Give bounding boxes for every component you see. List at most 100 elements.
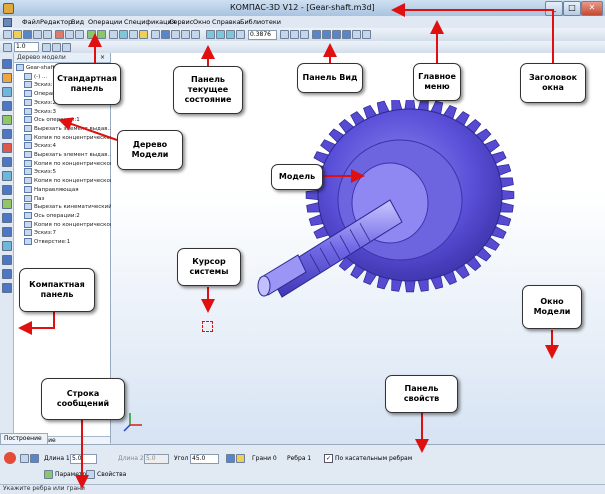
tree-item[interactable]: Копия по концентрической... (24, 177, 118, 185)
copy-icon[interactable] (65, 30, 74, 39)
menu-window[interactable]: Окно (193, 18, 210, 26)
help-pointer-icon[interactable] (181, 30, 190, 39)
tree-item-label: Направляющая (34, 186, 79, 193)
filter-icon[interactable] (52, 43, 61, 52)
chamfer-type-icon[interactable] (30, 454, 39, 463)
layer-field[interactable]: 1.0 (14, 42, 39, 52)
sheet-metal-icon[interactable] (2, 227, 12, 237)
perspective-icon[interactable] (352, 30, 361, 39)
assembly-icon[interactable] (2, 255, 12, 265)
model-tree-header: Дерево модели × (14, 53, 110, 63)
angle-field[interactable]: 45.0 (190, 454, 219, 464)
snap-icon[interactable] (171, 30, 180, 39)
section-icon[interactable] (362, 30, 371, 39)
preview-icon[interactable] (43, 30, 52, 39)
length2-field[interactable]: 5.0 (144, 454, 169, 464)
grid-icon[interactable] (161, 30, 170, 39)
menu-file[interactable]: Файл (22, 18, 40, 26)
tree-item[interactable]: Ось операции:2 (24, 211, 118, 220)
new-file-icon[interactable] (3, 30, 12, 39)
tree-item[interactable]: Копия по концентрической... (24, 133, 118, 142)
tree-item[interactable]: Направляющая (24, 185, 118, 194)
orientation-icon[interactable] (300, 30, 309, 39)
coordinates-icon[interactable] (62, 43, 71, 52)
panel-icon-17[interactable] (2, 283, 12, 293)
auxiliary-geometry-icon[interactable] (2, 115, 12, 125)
menu-editor[interactable]: Редактор (40, 18, 72, 26)
open-folder-icon[interactable] (13, 30, 22, 39)
select-pointer-icon[interactable] (191, 30, 200, 39)
spatial-curves-icon[interactable] (2, 73, 12, 83)
tree-item[interactable]: Эскиз:7 (24, 229, 118, 237)
zoom-in-icon[interactable] (206, 30, 215, 39)
tools-icon[interactable] (2, 241, 12, 251)
paste-icon[interactable] (75, 30, 84, 39)
selection-filters-icon[interactable] (2, 185, 12, 195)
tree-item[interactable]: Эскиз:3 (24, 107, 118, 116)
print-icon[interactable] (33, 30, 42, 39)
undo-icon[interactable] (87, 30, 96, 39)
minimize-button[interactable]: _ (545, 1, 563, 16)
specification-icon[interactable] (2, 199, 12, 209)
rebuild-icon[interactable] (151, 30, 160, 39)
diagnostics-icon[interactable] (2, 157, 12, 167)
shaded-edges-icon[interactable] (342, 30, 351, 39)
maximize-button[interactable]: □ (563, 1, 581, 16)
pan-icon[interactable] (280, 30, 289, 39)
tree-item[interactable]: Эскиз:4 (24, 142, 118, 150)
variables-icon[interactable] (129, 30, 138, 39)
tree-item[interactable]: Вырезать элемент выдав... (24, 151, 118, 159)
show-all-icon[interactable] (236, 30, 245, 39)
callout-current-state-panel: Панель текущее состояние (173, 66, 243, 114)
dimensions-icon[interactable] (2, 129, 12, 139)
scale-field[interactable]: 0.3876 (248, 30, 277, 40)
save-icon[interactable] (23, 30, 32, 39)
pin-icon[interactable] (20, 454, 29, 463)
properties-icon[interactable] (139, 30, 148, 39)
close-icon[interactable]: × (100, 54, 105, 61)
reports-icon[interactable] (2, 213, 12, 223)
zoom-window-icon[interactable] (226, 30, 235, 39)
rotate-icon[interactable] (290, 30, 299, 39)
hidden-lines-icon[interactable] (322, 30, 331, 39)
tree-item[interactable]: Паз (24, 194, 118, 203)
measurements-icon[interactable] (2, 171, 12, 181)
props-subtab[interactable]: Свойства (97, 471, 126, 478)
tree-item[interactable]: Отверстие:1 (24, 238, 118, 246)
arrays-icon[interactable] (2, 101, 12, 111)
wireframe-icon[interactable] (312, 30, 321, 39)
surfaces-icon[interactable] (2, 87, 12, 97)
gear-shaft-model[interactable] (240, 100, 520, 330)
tree-item[interactable]: Вырезать элемент выдав... (24, 124, 118, 133)
tree-item-icon (24, 238, 32, 245)
state-icon[interactable] (42, 43, 51, 52)
manager-icon[interactable] (109, 30, 118, 39)
tangent-checkbox[interactable]: ✓ (324, 454, 333, 463)
tree-item[interactable]: Вырезать кинематический... (24, 203, 118, 211)
shaded-icon[interactable] (332, 30, 341, 39)
tree-item[interactable]: Ось операции:1 (24, 116, 118, 124)
properties-panel: Длина 1 5.0 Длина 2 5.0 Угол 45.0 Грани … (0, 444, 605, 485)
layer-icon[interactable] (3, 43, 12, 52)
menu-specification[interactable]: Спецификация (124, 18, 176, 26)
direction-icon[interactable] (236, 454, 245, 463)
tree-item[interactable]: Копия по концентрической... (24, 220, 118, 229)
close-button[interactable]: ✕ (581, 1, 603, 16)
menu-view[interactable]: Вид (71, 18, 84, 26)
menu-operations[interactable]: Операции (88, 18, 122, 26)
menu-libraries[interactable]: Библиотеки (240, 18, 281, 26)
designations-icon[interactable] (2, 143, 12, 153)
tree-item[interactable]: Копия по концентрической... (24, 159, 118, 168)
tangent-icon[interactable] (226, 454, 235, 463)
menu-help[interactable]: Справка (212, 18, 241, 26)
zoom-out-icon[interactable] (216, 30, 225, 39)
panel-icon-16[interactable] (2, 269, 12, 279)
cut-icon[interactable] (55, 30, 64, 39)
library-icon[interactable] (119, 30, 128, 39)
length1-field[interactable]: 5.0 (70, 454, 97, 464)
tree-item[interactable]: Эскиз:5 (24, 168, 118, 176)
stop-icon[interactable] (4, 452, 16, 464)
edit-details-icon[interactable] (2, 59, 12, 69)
redo-icon[interactable] (97, 30, 106, 39)
menu-service[interactable]: Сервис (169, 18, 193, 26)
